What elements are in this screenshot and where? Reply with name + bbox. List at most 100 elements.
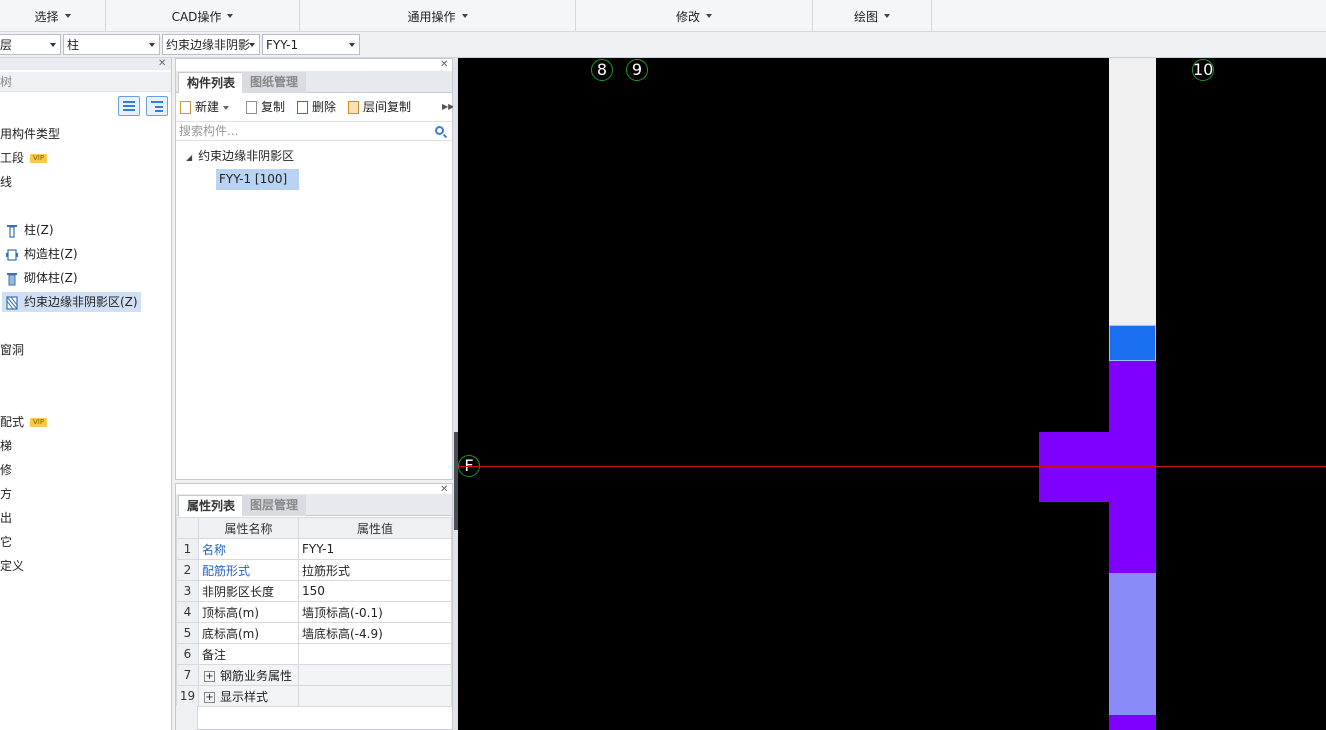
close-icon[interactable]: ✕ [440,59,448,70]
layer-copy-button[interactable]: 层间复制 [348,98,411,116]
tree-item-column[interactable]: 柱(Z) [6,220,54,240]
column-purple-vertical[interactable] [1109,361,1156,573]
index-header [176,517,199,539]
tree-item-custom[interactable]: 定义 [0,556,24,576]
property-group-rebar[interactable]: + 钢筋业务属性 [198,664,299,686]
table-row[interactable]: 6 备注 [176,643,452,665]
search-icon[interactable] [435,126,444,135]
ribbon-group-cad[interactable]: CAD操作 [106,0,300,32]
ribbon-bar: 选择 CAD操作 通用操作 修改 绘图 [0,0,1326,32]
type-select-value: 约束边缘非阴影 [166,38,251,52]
category-select-value: 柱 [67,38,80,52]
property-value[interactable]: 墙底标高(-4.9) [298,622,452,644]
selector-bar: 层 柱 约束边缘非阴影 FYY-1 [0,32,1326,58]
list-view-button[interactable] [118,96,140,116]
table-row[interactable]: 1 名称 FYY-1 [176,538,452,560]
property-table: 属性名称 属性值 1 名称 FYY-1 2 配筋形式 拉筋形式 3 非阴影区长度… [176,517,452,707]
new-button-label: 新建 [195,100,220,114]
property-value[interactable] [298,643,452,665]
tree-item-window-opening[interactable]: 窗洞 [0,340,24,360]
boundary-zone-icon [6,295,18,310]
close-icon[interactable]: ✕ [158,58,166,69]
tree-item-construction-section[interactable]: 工段 VIP [0,148,48,168]
row-index: 7 [176,664,199,686]
tree-view-toolbar [0,94,171,118]
tree-item-other[interactable]: 它 [0,532,12,552]
tree-item-decoration[interactable]: 修 [0,460,12,480]
tree-item-label: 约束边缘非阴影区(Z) [24,295,138,309]
tab-layer-management[interactable]: 图层管理 [242,495,307,516]
ribbon-group-label: 修改 [675,9,700,24]
table-row[interactable]: 3 非阴影区长度 150 [176,580,452,602]
axis-marker-9: 9 [626,59,648,81]
wall-segment-white[interactable] [1109,58,1156,325]
copy-icon [246,101,257,114]
table-row[interactable]: 2 配筋形式 拉筋形式 [176,559,452,581]
chevron-down-icon [149,43,155,47]
property-name: 顶标高(m) [198,601,299,623]
tab-label: 构件列表 [187,76,236,90]
tree-item-masonry-column[interactable]: 砌体柱(Z) [6,268,78,288]
tree-item-constructional-column[interactable]: 构造柱(Z) [6,244,78,264]
tree-item-label: 修 [0,463,13,477]
delete-button[interactable]: 删除 [297,98,336,116]
tree-group-label: 约束边缘非阴影区 [198,149,295,163]
component-select[interactable]: FYY-1 [262,34,360,55]
collapse-icon[interactable]: ◢ [186,153,192,162]
tree-item-label: 用构件类型 [0,127,61,141]
new-button[interactable]: 新建 [180,98,230,116]
type-select[interactable]: 约束边缘非阴影 [162,34,260,55]
property-value[interactable]: 拉筋形式 [298,559,452,581]
category-select[interactable]: 柱 [63,34,160,55]
component-list-panel: ✕ 构件列表 图纸管理 新建 复制 删除 层间复制 ▶▶ 搜索构件... ◢ 约束… [175,58,454,480]
property-panel: ✕ 属性列表 图层管理 属性名称 属性值 1 名称 FYY-1 2 配筋形式 拉… [175,483,453,730]
copy-button[interactable]: 复制 [246,98,285,116]
search-placeholder: 搜索构件... [179,124,239,138]
component-item-fyy-1[interactable]: FYY-1 [100] [216,169,299,190]
table-row[interactable]: 4 顶标高(m) 墙顶标高(-0.1) [176,601,452,623]
tab-drawing-management[interactable]: 图纸管理 [242,72,307,93]
chevron-down-icon [884,14,890,18]
tree-item-boundary-non-shadow-zone[interactable]: 约束边缘非阴影区(Z) [2,292,141,312]
panel-title-text: 树 [0,75,13,89]
selected-zone-blue[interactable] [1109,325,1156,361]
expand-icon[interactable]: + [204,670,215,682]
property-name: 配筋形式 [198,559,299,581]
tree-view-button[interactable] [146,96,168,116]
new-file-icon [180,101,191,114]
tree-item-stairs[interactable]: 梯 [0,436,12,456]
property-name: 备注 [198,643,299,665]
property-value[interactable]: 150 [298,580,452,602]
wall-segment-light-purple[interactable] [1109,573,1156,715]
tree-item-prefab[interactable]: 配式 VIP [0,412,48,432]
floor-select[interactable]: 层 [0,34,61,55]
ribbon-group-general[interactable]: 通用操作 [300,0,576,32]
tab-property-list[interactable]: 属性列表 [178,495,245,516]
property-value[interactable]: 墙顶标高(-0.1) [298,601,452,623]
column-purple-flange[interactable] [1039,432,1110,502]
component-search-input[interactable]: 搜索构件... [176,121,452,141]
tree-item-common-types[interactable]: 用构件类型 [0,124,60,144]
axis-marker-10: 10 [1192,59,1214,81]
table-row[interactable]: 5 底标高(m) 墙底标高(-4.9) [176,622,452,644]
expand-icon[interactable]: + [204,691,215,703]
tree-item-foundation-out[interactable]: 出 [0,508,12,528]
table-row[interactable]: 7 + 钢筋业务属性 [176,664,452,686]
drawing-canvas[interactable]: 8 9 10 F [458,58,1326,730]
ribbon-group-draw[interactable]: 绘图 [813,0,932,32]
ribbon-group-modify[interactable]: 修改 [576,0,813,32]
tab-component-list[interactable]: 构件列表 [178,72,245,93]
property-value [298,664,452,686]
tree-item-label: 定义 [0,559,25,573]
ribbon-group-select[interactable]: 选择 [0,0,106,32]
tree-item-label: 砌体柱(Z) [24,271,78,285]
property-group-display[interactable]: + 显示样式 [198,685,299,707]
delete-button-label: 删除 [312,100,337,114]
column-purple-bottom[interactable] [1109,715,1156,730]
property-panel-tabs: 属性列表 图层管理 [176,494,452,516]
tree-item-earthwork[interactable]: 方 [0,484,12,504]
table-row[interactable]: 19 + 显示样式 [176,685,452,707]
tree-group-boundary-zone[interactable]: ◢ 约束边缘非阴影区 [186,146,294,166]
tree-item-axis-line[interactable]: 线 [0,172,12,192]
property-value[interactable]: FYY-1 [298,538,452,560]
